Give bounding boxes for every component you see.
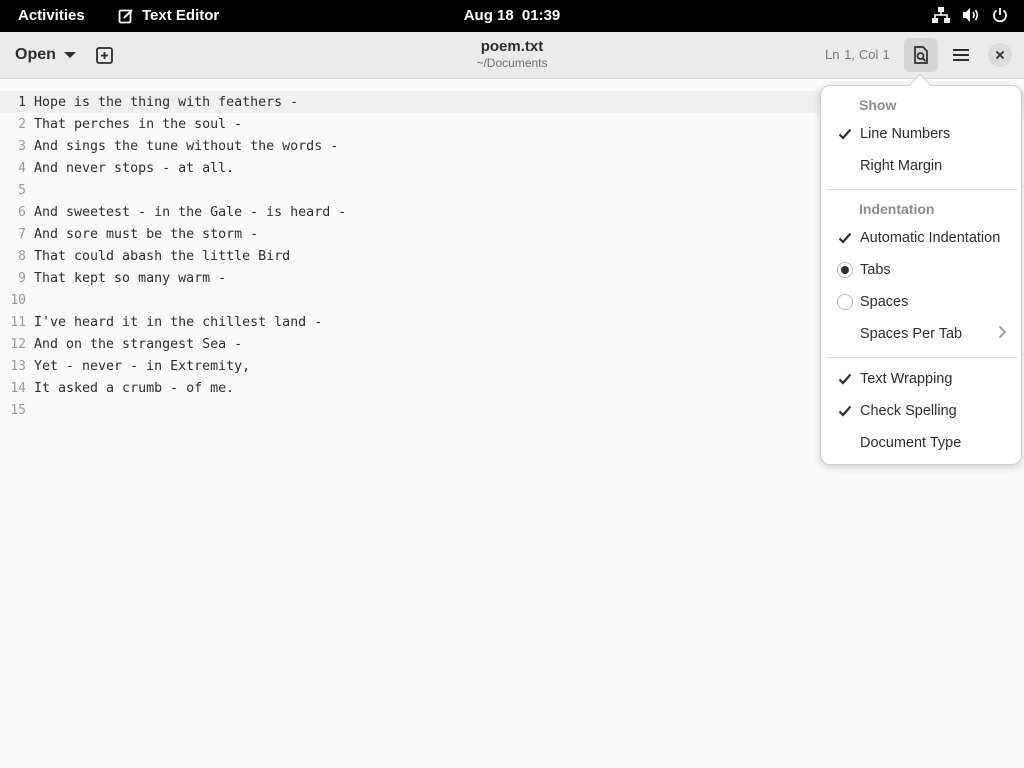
line-number: 6 (18, 204, 26, 220)
line-text: And on the strangest Sea - (34, 336, 243, 352)
menu-item-label: Automatic Indentation (860, 230, 1001, 246)
power-icon (993, 8, 1007, 23)
main-menu-button[interactable] (944, 38, 978, 72)
line-text: And sore must be the storm - (34, 226, 259, 242)
menu-item-check-spelling[interactable]: Check Spelling (821, 396, 1021, 426)
line-number: 2 (18, 116, 26, 132)
line-text: That could abash the little Bird (34, 248, 291, 264)
menu-separator (827, 357, 1017, 358)
line-text: That kept so many warm - (34, 270, 227, 286)
cursor-line: Ln 1, (825, 47, 855, 62)
menu-item-label: Document Type (860, 435, 962, 451)
line-text: I've heard it in the chillest land - (34, 314, 323, 330)
line-number: 15 (10, 402, 26, 418)
clock-time: 01:39 (521, 7, 561, 24)
menu-item-tabs[interactable]: Tabs (821, 255, 1021, 285)
document-search-icon (914, 46, 928, 64)
open-button[interactable]: Open (8, 40, 84, 70)
check-icon (837, 371, 853, 387)
line-text: That perches in the soul - (34, 116, 243, 132)
check-icon (837, 403, 853, 419)
line-number: 8 (18, 248, 26, 264)
menu-item-label: Line Numbers (860, 126, 951, 142)
line-number: 11 (10, 314, 26, 330)
menu-item-label: Right Margin (860, 158, 943, 174)
line-text: And never stops - at all. (34, 160, 235, 176)
cursor-position[interactable]: Ln 1, Col 1 (825, 47, 890, 62)
menu-item-spaces-per-tab[interactable]: Spaces Per Tab (821, 319, 1021, 349)
clock[interactable]: Aug 18 01:39 (0, 7, 1024, 24)
menu-item-automatic-indentation[interactable]: Automatic Indentation (821, 223, 1021, 253)
line-number: 12 (10, 336, 26, 352)
new-tab-icon (95, 46, 113, 64)
open-label: Open (15, 46, 56, 63)
line-text: It asked a crumb - of me. (34, 380, 235, 396)
section-heading-show: Show (859, 97, 897, 113)
system-tray[interactable] (932, 7, 1008, 23)
menu-item-document-type[interactable]: Document Type (821, 428, 1021, 458)
close-window-button[interactable] (988, 43, 1012, 67)
line-text: Yet - never - in Extremity, (34, 358, 251, 374)
line-number: 1 (18, 94, 26, 110)
line-number: 3 (18, 138, 26, 154)
volume-icon (963, 8, 979, 22)
line-number: 9 (18, 270, 26, 286)
line-text: And sweetest - in the Gale - is heard - (34, 204, 347, 220)
radio-selected-icon (837, 262, 853, 278)
menu-item-line-numbers[interactable]: Line Numbers (821, 119, 1021, 149)
chevron-right-icon (998, 325, 1007, 343)
line-number: 5 (18, 182, 26, 198)
line-number: 13 (10, 358, 26, 374)
radio-unselected-icon (837, 294, 853, 310)
view-menu-popover: Show Line Numbers Right Margin Indentati… (820, 85, 1022, 465)
line-number: 4 (18, 160, 26, 176)
close-icon (995, 50, 1005, 60)
check-icon (837, 230, 853, 246)
check-icon (837, 126, 853, 142)
network-icon (932, 7, 950, 23)
menu-item-spaces[interactable]: Spaces (821, 287, 1021, 317)
chevron-down-icon (63, 52, 76, 58)
header-bar: Open poem.txt ~/Documents Ln 1, Col 1 (0, 32, 1024, 79)
line-number: 10 (10, 292, 26, 308)
line-number: 7 (18, 226, 26, 242)
section-heading-indentation: Indentation (859, 201, 935, 217)
menu-item-label: Text Wrapping (860, 371, 953, 387)
view-menu-button[interactable] (904, 38, 938, 72)
line-number: 14 (10, 380, 26, 396)
menu-item-right-margin[interactable]: Right Margin (821, 151, 1021, 181)
line-text: And sings the tune without the words - (34, 138, 339, 154)
menu-item-label: Tabs (860, 262, 891, 278)
hamburger-menu-icon (953, 49, 969, 61)
cursor-col-label: Col (858, 47, 879, 62)
clock-date: Aug 18 (463, 7, 514, 24)
menu-item-text-wrapping[interactable]: Text Wrapping (821, 364, 1021, 394)
menu-item-label: Spaces Per Tab (860, 326, 963, 342)
line-text: Hope is the thing with feathers - (34, 94, 299, 110)
top-bar: Activities Text Editor Aug 18 01:39 (0, 0, 1024, 32)
menu-item-label: Spaces (860, 294, 909, 310)
cursor-col-value: 1 (882, 47, 890, 62)
menu-item-label: Check Spelling (860, 403, 957, 419)
menu-separator (827, 189, 1017, 190)
new-tab-button[interactable] (88, 40, 120, 70)
